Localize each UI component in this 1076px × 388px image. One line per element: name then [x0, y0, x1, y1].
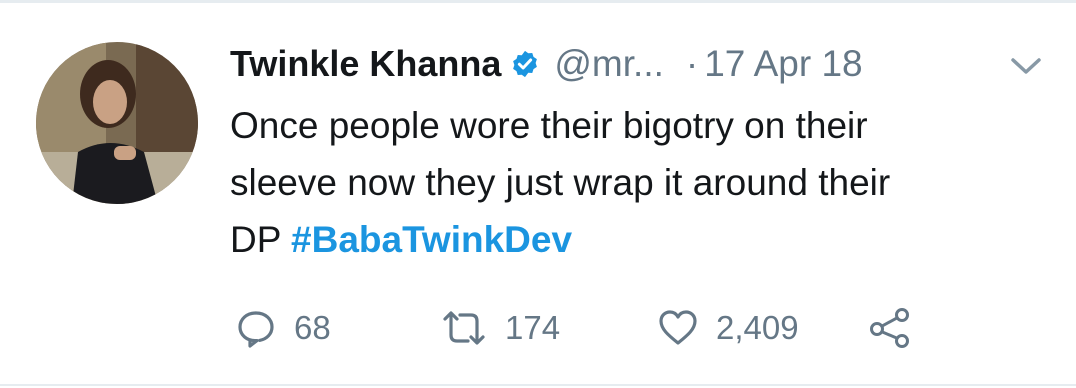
share-button[interactable] [868, 302, 912, 354]
tweet-header: Twinkle Khanna @mr... · 17 Apr 18 [230, 36, 863, 92]
avatar[interactable] [36, 42, 198, 204]
heart-icon [659, 310, 697, 345]
reply-count: 68 [294, 309, 331, 346]
chevron-down-icon[interactable] [1008, 54, 1044, 78]
hashtag-link[interactable]: #BabaTwinkDev [291, 219, 572, 260]
tweet-date[interactable]: 17 Apr 18 [704, 43, 862, 85]
header-separator: · [685, 43, 699, 84]
tweet-text: Once people wore their bigotry on their … [230, 97, 1040, 268]
retweet-button[interactable]: 174 [441, 302, 560, 354]
bottom-divider [0, 384, 1076, 386]
avatar-image [36, 42, 198, 204]
reply-button[interactable]: 68 [236, 302, 331, 354]
tweet-actions: 68 174 2,409 [236, 302, 956, 354]
verified-badge-icon [513, 50, 538, 78]
author-handle[interactable]: @mr... [554, 43, 664, 85]
reply-icon [238, 311, 274, 348]
share-icon [870, 308, 909, 348]
like-count: 2,409 [716, 309, 799, 346]
retweet-icon [443, 311, 485, 345]
tweet-text-line: DP #BabaTwinkDev [230, 211, 1040, 268]
tweet-text-line: sleeve now they just wrap it around thei… [230, 162, 891, 203]
author-name[interactable]: Twinkle Khanna [230, 43, 501, 85]
tweet-text-line: Once people wore their bigotry on their [230, 105, 868, 146]
like-button[interactable]: 2,409 [658, 302, 799, 354]
tweet-text-tail: DP [230, 219, 281, 260]
retweet-count: 174 [505, 309, 561, 346]
top-divider [0, 0, 1076, 3]
